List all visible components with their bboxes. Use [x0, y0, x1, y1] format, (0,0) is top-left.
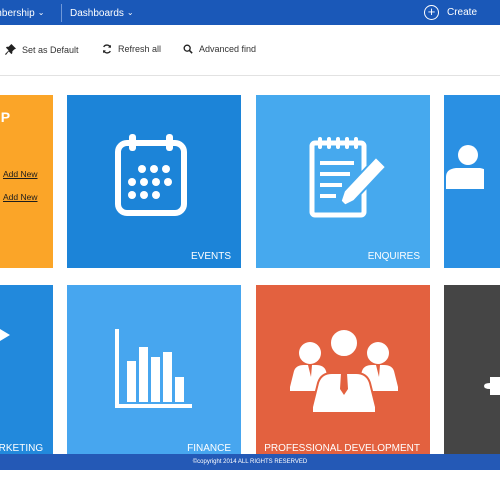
- calendar-icon: [115, 134, 187, 216]
- puzzle-icon: [484, 377, 500, 395]
- tile-contacts[interactable]: [444, 95, 500, 268]
- person-icon: [446, 145, 484, 189]
- refresh-icon: [103, 44, 111, 54]
- refresh-all-label: Refresh all: [118, 44, 162, 54]
- top-navigation-bar: embership⌄ Dashboards⌄ +Create: [0, 0, 500, 25]
- people-group-icon: [290, 329, 398, 414]
- tile-enquires[interactable]: ENQUIRES: [256, 95, 430, 268]
- chevron-down-icon: ⌄: [126, 8, 134, 17]
- notepad-pencil-icon: [309, 137, 388, 218]
- advanced-find-label: Advanced find: [199, 44, 257, 54]
- tile-professional-development[interactable]: PROFESSIONAL DEVELOPMENT: [256, 285, 430, 460]
- megaphone-icon: [0, 329, 10, 341]
- nav-membership[interactable]: embership⌄: [0, 0, 44, 25]
- command-toolbar: Set as Default Refresh all Advanced find: [0, 25, 500, 76]
- tile-membership[interactable]: IIP Add New Add New: [0, 95, 53, 268]
- nav-membership-label: embership: [0, 8, 35, 19]
- membership-tile-title: IIP: [0, 109, 11, 125]
- create-label: Create: [447, 7, 478, 18]
- add-new-link[interactable]: Add New: [3, 169, 38, 179]
- create-button[interactable]: + Create: [424, 4, 477, 21]
- tile-finance[interactable]: FINANCE: [67, 285, 241, 460]
- tile-marketing[interactable]: ARKETING: [0, 285, 53, 460]
- set-as-default-button[interactable]: Set as Default: [5, 44, 79, 55]
- search-icon: [183, 44, 193, 54]
- pin-icon: [5, 44, 16, 55]
- tile-settings[interactable]: [444, 285, 500, 460]
- bar-chart-icon: [115, 329, 192, 408]
- enquires-tile-label: ENQUIRES: [367, 251, 420, 262]
- events-tile-label: EVENTS: [190, 251, 231, 262]
- plus-circle-icon: +: [424, 4, 439, 20]
- nav-divider: [61, 4, 62, 22]
- finance-tile-label: FINANCE: [187, 443, 231, 454]
- professional-development-tile-label: PROFESSIONAL DEVELOPMENT: [264, 443, 420, 454]
- refresh-all-button[interactable]: Refresh all: [102, 44, 161, 54]
- nav-dashboards-label: Dashboards: [70, 8, 124, 19]
- set-as-default-label: Set as Default: [22, 45, 79, 55]
- advanced-find-button[interactable]: Advanced find: [183, 44, 256, 54]
- chevron-down-icon: ⌄: [37, 8, 45, 17]
- tile-events[interactable]: EVENTS: [67, 95, 241, 268]
- marketing-tile-label: ARKETING: [0, 443, 44, 454]
- copyright-text: ©copyright 2014 ALL RIGHTS RESERVED: [192, 459, 308, 465]
- page-footer: ©copyright 2014 ALL RIGHTS RESERVED: [0, 454, 500, 470]
- add-new-link[interactable]: Add New: [3, 192, 38, 202]
- nav-dashboards[interactable]: Dashboards ⌄: [70, 0, 134, 25]
